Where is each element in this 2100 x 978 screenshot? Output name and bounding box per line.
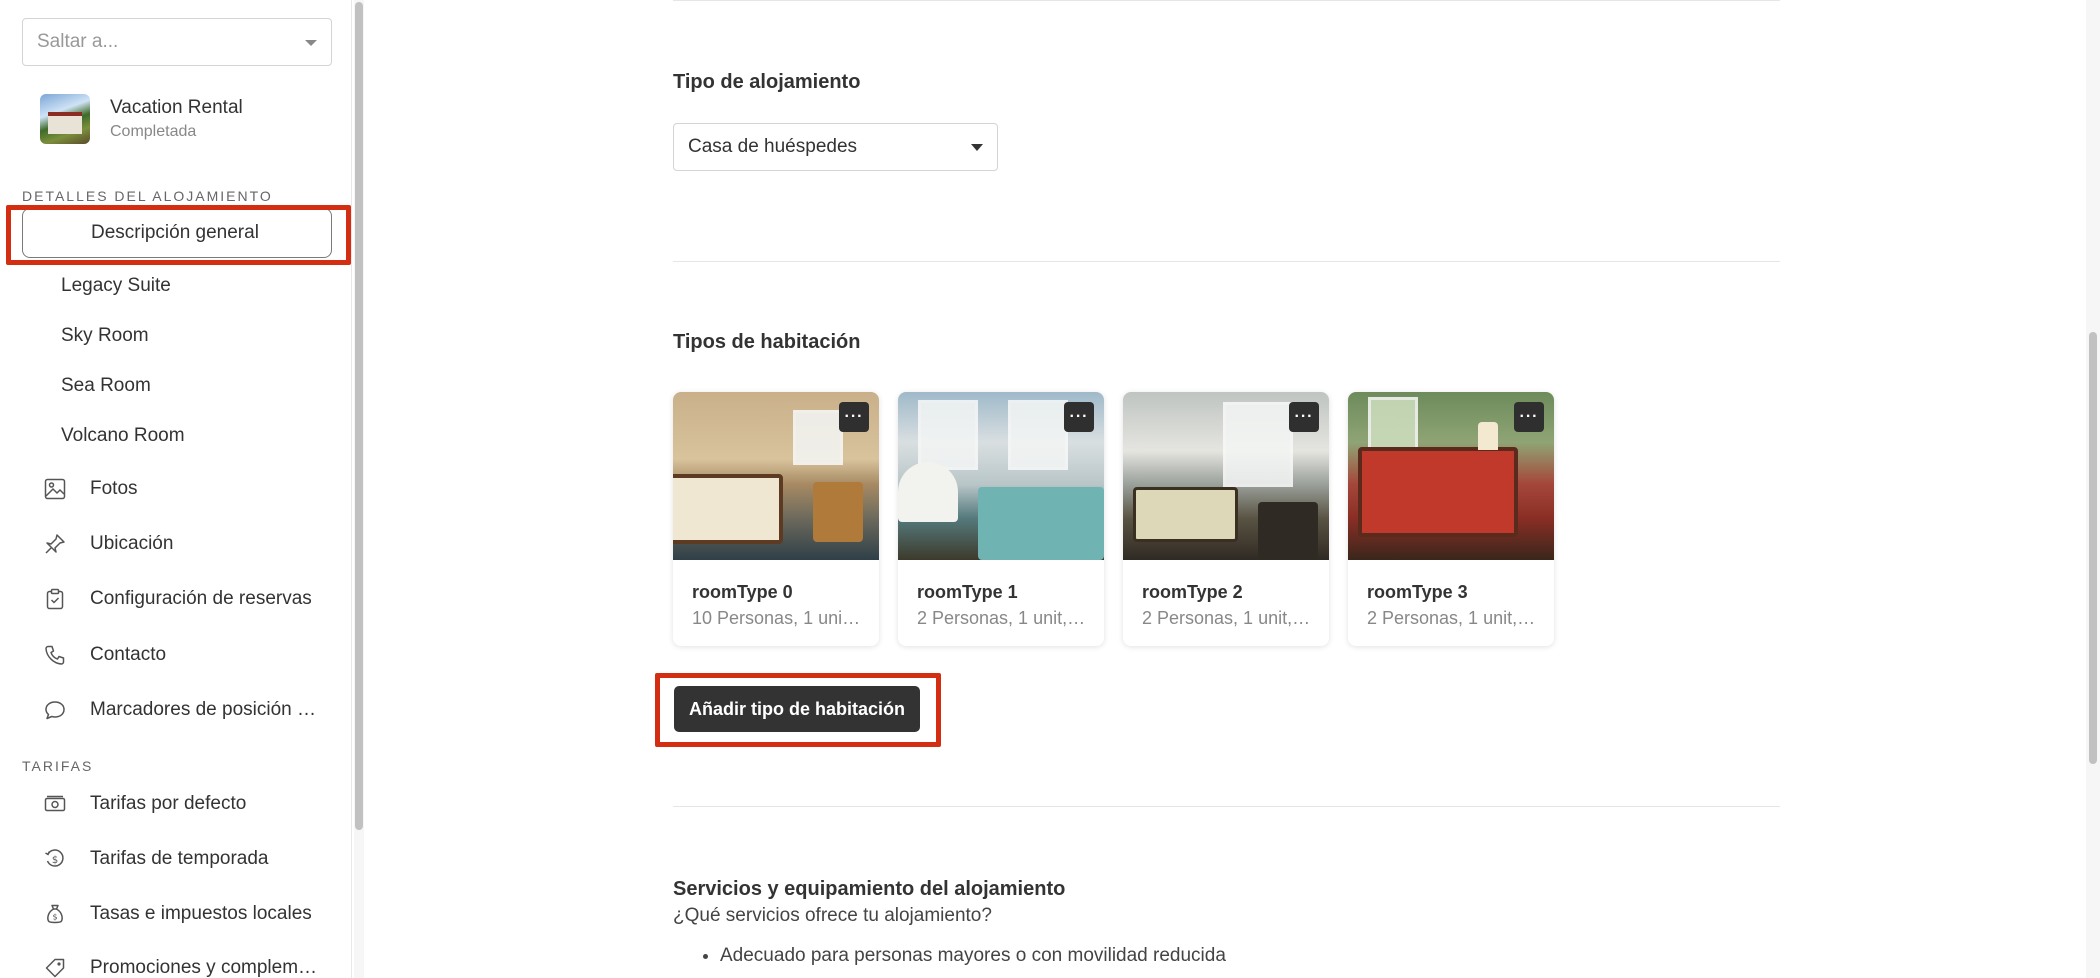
banknote-icon: [44, 793, 66, 815]
room-photo: ···: [673, 392, 879, 560]
accommodation-type-select[interactable]: Casa de huéspedes: [673, 123, 998, 171]
caret-down-icon: [971, 144, 983, 151]
sidebar-item-label: Promociones y complem…: [90, 957, 318, 978]
highlight-overview: [6, 205, 351, 265]
section-label-rates: TARIFAS: [22, 758, 94, 774]
sidebar-item-label: Tasas e impuestos locales: [90, 903, 312, 924]
list-item: Adecuado para personas mayores o con mov…: [720, 945, 1226, 967]
room-types-heading: Tipos de habitación: [673, 331, 861, 353]
room-type-name: roomType 1: [917, 582, 1018, 602]
main-scrollbar[interactable]: [2086, 0, 2100, 978]
sidebar-scrollbar[interactable]: [354, 0, 364, 978]
sidebar-item-room-sky-room[interactable]: Sky Room: [61, 325, 149, 347]
sidebar-item-local-taxes[interactable]: $ Tasas e impuestos locales: [22, 889, 332, 939]
jump-to-placeholder: Saltar a...: [37, 31, 119, 52]
sidebar-item-room-sea-room[interactable]: Sea Room: [61, 375, 151, 397]
room-type-desc: 2 Personas, 1 unit, …: [1367, 608, 1539, 628]
room-photo: ···: [1348, 392, 1554, 560]
sidebar-item-default-rates[interactable]: Tarifas por defecto: [22, 779, 332, 829]
more-options-button[interactable]: ···: [1289, 402, 1319, 432]
services-heading: Servicios y equipamiento del alojamiento: [673, 878, 1066, 900]
sidebar-item-label: Marcadores de posición …: [90, 699, 316, 720]
sidebar-item-placeholders[interactable]: Marcadores de posición …: [22, 685, 332, 735]
more-options-button[interactable]: ···: [1064, 402, 1094, 432]
sidebar-item-booking-settings[interactable]: Configuración de reservas: [22, 574, 332, 624]
room-type-desc: 2 Personas, 1 unit, …: [917, 608, 1089, 628]
accommodation-type-value: Casa de huéspedes: [688, 136, 858, 157]
sidebar-item-label: Fotos: [90, 478, 138, 499]
room-type-desc: 2 Personas, 1 unit, …: [1142, 608, 1314, 628]
services-question: ¿Qué servicios ofrece tu alojamiento?: [673, 905, 992, 926]
sidebar-item-contact[interactable]: Contacto: [22, 630, 332, 680]
sidebar-item-room-volcano-room[interactable]: Volcano Room: [61, 425, 185, 447]
sidebar-item-photos[interactable]: Fotos: [22, 464, 332, 514]
svg-text:$: $: [52, 855, 58, 866]
property-status: Completada: [110, 123, 197, 140]
chat-bubble-icon: [44, 699, 66, 721]
room-type-name: roomType 0: [692, 582, 793, 602]
chevron-down-icon: [305, 40, 317, 46]
divider: [673, 806, 1780, 807]
room-type-desc: 10 Personas, 1 unidad: [692, 608, 864, 628]
room-photo: ···: [1123, 392, 1329, 560]
accommodation-type-heading: Tipo de alojamiento: [673, 71, 861, 93]
more-options-button[interactable]: ···: [1514, 402, 1544, 432]
room-type-card[interactable]: ··· roomType 3 2 Personas, 1 unit, …: [1348, 392, 1554, 646]
sidebar-item-seasonal-rates[interactable]: $ Tarifas de temporada: [22, 834, 332, 884]
property-name: Vacation Rental: [110, 97, 243, 118]
highlight-add-button: [655, 673, 941, 747]
room-type-name: roomType 2: [1142, 582, 1243, 602]
sidebar-item-room-legacy-suite[interactable]: Legacy Suite: [61, 275, 171, 297]
room-type-card[interactable]: ··· roomType 0 10 Personas, 1 unidad: [673, 392, 879, 646]
jump-to-select[interactable]: Saltar a...: [22, 18, 332, 66]
sidebar-item-label: Tarifas de temporada: [90, 848, 269, 869]
divider: [673, 0, 1780, 1]
svg-text:$: $: [52, 913, 57, 922]
room-type-card[interactable]: ··· roomType 1 2 Personas, 1 unit, …: [898, 392, 1104, 646]
services-list: Adecuado para personas mayores o con mov…: [720, 945, 1226, 977]
room-type-name: roomType 3: [1367, 582, 1468, 602]
sidebar-item-promotions[interactable]: Promociones y complem…: [22, 943, 332, 978]
money-bag-icon: $: [44, 903, 66, 925]
photo-icon: [44, 478, 66, 500]
property-summary[interactable]: Vacation Rental Completada: [40, 94, 243, 144]
room-type-card[interactable]: ··· roomType 2 2 Personas, 1 unit, …: [1123, 392, 1329, 646]
more-options-button[interactable]: ···: [839, 402, 869, 432]
section-label-details: DETALLES DEL ALOJAMIENTO: [22, 188, 273, 204]
clipboard-icon: [44, 588, 66, 610]
seasonal-rate-icon: $: [44, 848, 66, 870]
sidebar-item-location[interactable]: Ubicación: [22, 519, 332, 569]
property-thumbnail: [40, 94, 90, 144]
phone-icon: [44, 644, 66, 666]
sidebar-item-label: Configuración de reservas: [90, 588, 312, 609]
room-photo: ···: [898, 392, 1104, 560]
sidebar: Saltar a... Vacation Rental Completada D…: [0, 0, 352, 978]
tag-icon: [44, 957, 66, 978]
sidebar-item-label: Ubicación: [90, 533, 174, 554]
pin-icon: [44, 533, 66, 555]
divider: [673, 261, 1780, 262]
sidebar-item-label: Contacto: [90, 644, 167, 665]
sidebar-item-label: Tarifas por defecto: [90, 793, 247, 814]
